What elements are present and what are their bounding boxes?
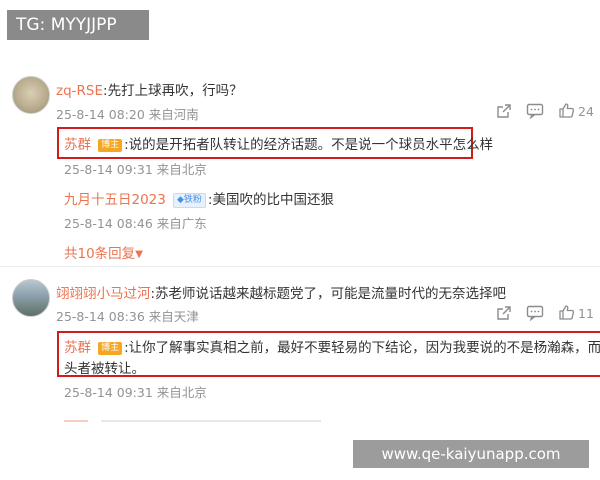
reply-username[interactable]: 苏群 [64,340,91,356]
fan-badge: ◆铁粉 [172,193,206,208]
comment-meta: 25-8-14 08:36 来自天津 [56,306,199,325]
comment-text: :苏老师说话越来越标题党了，可能是流量时代的无奈选择吧 [150,286,507,302]
watermark-bottom: www.qe-kaiyunapp.com [353,440,589,468]
reply-username[interactable]: 苏群 [64,137,91,153]
comment-1-line: zq-RSE:先打上球再吹，行吗？ [56,79,243,99]
reply-text: :说的是开拓者队转让的经济话题。不是说一个球员水平怎么样 [124,137,494,153]
comment-icon[interactable] [526,305,544,322]
reply-text: :让你了解事实真相之前，最好不要轻易的下结论，因为我要说的不是杨瀚森，而是开 [124,340,600,356]
reply-text: :美国吹的比中国还狠 [207,192,334,208]
share-icon[interactable] [496,103,512,119]
comment-username[interactable]: 翊翊翊小马过河 [56,286,151,302]
reply-meta: 25-8-14 08:46 来自广东 [64,213,207,232]
reply-line: 苏群 博主:让你了解事实真相之前，最好不要轻易的下结论，因为我要说的不是杨瀚森，… [64,336,600,356]
reply-location: 来自北京 [156,385,207,400]
reply-username[interactable]: 九月十五日2023 [64,192,166,208]
reply-location: 来自广东 [156,216,207,231]
reply-time: 25-8-14 08:46 [64,216,153,231]
reply-text-continued: 头者被转让。 [64,361,145,377]
reply-time: 25-8-14 09:31 [64,162,153,177]
caret-down-icon: ▼ [135,249,143,260]
watermark-top: TG: MYYJJPP [7,10,149,40]
comment-meta: 25-8-14 08:20 来自河南 [56,104,199,123]
expand-label: 共10条回复 [64,246,136,262]
reply-line: 苏群 博主:说的是开拓者队转让的经济话题。不是说一个球员水平怎么样 [64,133,493,153]
expand-replies-button[interactable]: 共10条回复▼ [64,242,143,262]
reply-time: 25-8-14 09:31 [64,385,153,400]
diamond-icon: ◆ [176,195,184,205]
like-count: 24 [578,104,594,119]
thumbs-up-icon[interactable] [558,304,575,321]
reply-location: 来自北京 [156,162,207,177]
reply-meta: 25-8-14 09:31 来自北京 [64,382,207,401]
comment-location: 来自河南 [148,107,199,122]
share-icon[interactable] [496,305,512,321]
comment-icon[interactable] [526,103,544,120]
comment-2-line: 翊翊翊小马过河:苏老师说话越来越标题党了，可能是流量时代的无奈选择吧 [56,282,506,302]
blogger-badge: 博主 [98,139,123,152]
comment-location: 来自天津 [148,309,199,324]
avatar[interactable] [12,76,50,114]
avatar[interactable] [12,279,50,317]
reply-line: 九月十五日2023 ◆铁粉:美国吹的比中国还狠 [64,188,334,208]
partial-reply-row [64,410,364,422]
reply-meta: 25-8-14 09:31 来自北京 [64,159,207,178]
thumbs-up-icon[interactable] [558,102,575,119]
like-count: 11 [578,306,594,321]
blogger-badge: 博主 [98,342,123,355]
comment-text: :先打上球再吹，行吗？ [103,83,243,99]
comment-time: 25-8-14 08:20 [56,107,145,122]
comment-time: 25-8-14 08:36 [56,309,145,324]
comment-username[interactable]: zq-RSE [56,83,103,99]
divider [0,266,600,267]
